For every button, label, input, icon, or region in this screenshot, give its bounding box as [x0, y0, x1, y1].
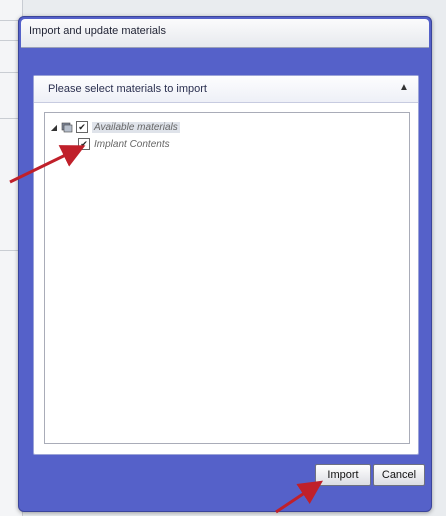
import-materials-dialog: Import and update materials Please selec… [18, 16, 432, 512]
dialog-title: Import and update materials [29, 25, 166, 37]
cancel-button[interactable]: Cancel [373, 464, 425, 486]
tree-node-available-materials[interactable]: ◢ ✔ Available materials [49, 119, 180, 135]
collapse-icon[interactable]: ▲ [398, 82, 410, 94]
dialog-titlebar[interactable]: Import and update materials [21, 19, 429, 48]
expand-triangle-icon[interactable]: ◢ [49, 123, 59, 132]
tree-label-available-materials: Available materials [92, 121, 180, 133]
tree-node-implant-contents[interactable]: ✔ Implant Contents [75, 136, 170, 152]
group-title: Please select materials to import [48, 83, 207, 95]
import-button[interactable]: Import [315, 464, 371, 486]
materials-group-box: Please select materials to import ▲ ◢ ✔ … [33, 75, 419, 455]
tree-label-implant-contents: Implant Contents [94, 138, 170, 150]
materials-tree[interactable]: ◢ ✔ Available materials ✔ Implant Conten… [44, 112, 410, 444]
group-header: Please select materials to import ▲ [34, 76, 418, 103]
materials-folder-icon [61, 122, 73, 133]
available-materials-checkbox[interactable]: ✔ [76, 121, 88, 133]
implant-contents-checkbox[interactable]: ✔ [78, 138, 90, 150]
